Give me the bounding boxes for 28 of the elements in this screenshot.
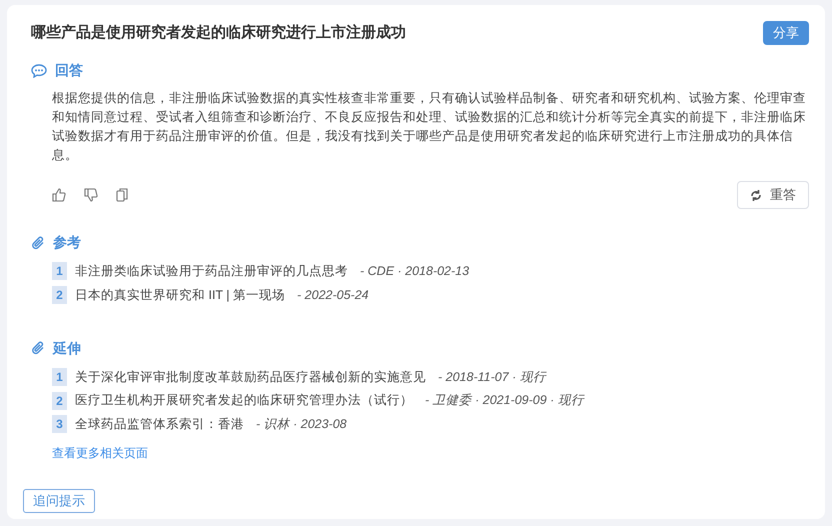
source-link[interactable]: 关于深化审评审批制度改革鼓励药品医疗器械创新的实施意见 xyxy=(75,368,426,386)
section-heading: 回答 xyxy=(55,61,83,80)
thumbs-down-icon[interactable] xyxy=(84,188,98,202)
paperclip-icon xyxy=(31,341,45,355)
refresh-icon xyxy=(750,188,762,202)
number-badge: 1 xyxy=(52,262,67,280)
chat-bubble-icon xyxy=(31,64,47,78)
source-link[interactable]: 非注册类临床试验用于药品注册审评的几点思考 xyxy=(75,262,348,281)
question-title: 哪些产品是使用研究者发起的临床研究进行上市注册成功 xyxy=(31,22,406,43)
number-badge: 2 xyxy=(52,286,67,304)
source-meta: - CDE · 2018-02-13 xyxy=(360,263,470,280)
thumbs-up-icon[interactable] xyxy=(52,188,66,202)
paperclip-icon xyxy=(31,236,45,250)
section-heading: 延伸 xyxy=(53,338,81,358)
source-meta: - 2018-11-07 · 现行 xyxy=(438,368,546,386)
source-meta: - 识林 · 2023-08 xyxy=(256,416,347,433)
source-link[interactable]: 全球药品监管体系索引：香港 xyxy=(75,415,244,434)
retry-button[interactable]: 重答 xyxy=(737,181,809,209)
source-meta: - 卫健委 · 2021-09-09 · 现行 xyxy=(425,392,584,410)
source-link[interactable]: 日本的真实世界研究和 IIT | 第一现场 xyxy=(75,286,286,304)
answer-text: 根据您提供的信息，非注册临床试验数据的真实性核查非常重要，只有确认试验样品制备、研究者和研究机构、试验方案、伦理审查和知情同意过程、受试者入组筛查和诊断治疗、不良反应报告和处理、试验数据的汇总和统计分析等完全真实的前提下，非注册临床试验数据才有用于药品注册审评的价值。但是，我没有找到关于哪些产品是使用研究者发起的临床研究进行上市注册成功的具体信息。 xyxy=(52,90,807,164)
number-badge: 3 xyxy=(52,415,67,434)
section-heading: 参考 xyxy=(53,233,81,252)
copy-icon[interactable] xyxy=(116,188,128,202)
number-badge: 1 xyxy=(52,368,67,386)
source-meta: - 2022-05-24 xyxy=(297,286,369,304)
source-link[interactable]: 医疗卫生机构开展研究者发起的临床研究管理办法（试行） xyxy=(75,391,413,410)
number-badge: 2 xyxy=(52,392,67,410)
